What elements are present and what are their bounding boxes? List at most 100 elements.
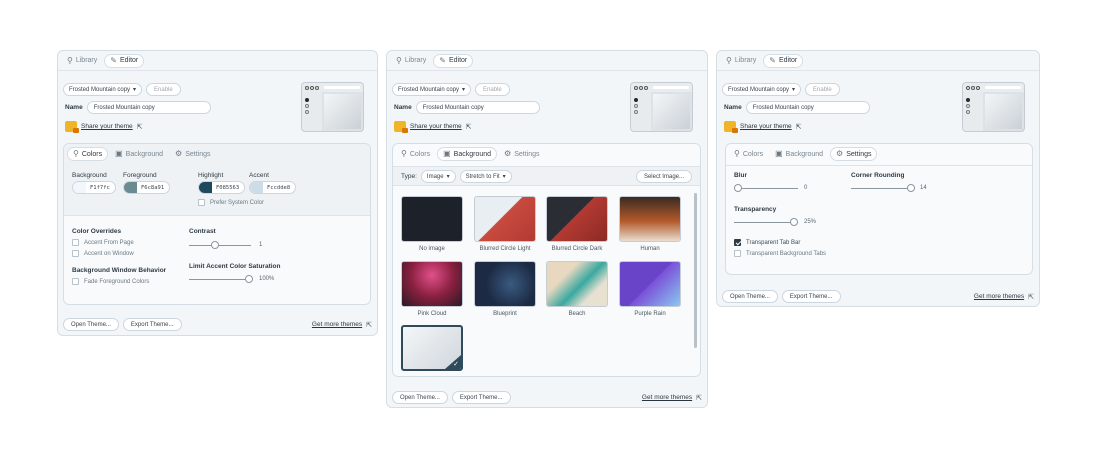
external-link-icon: ⇱ <box>1028 293 1034 301</box>
tab-library[interactable]: ⚲ Library <box>721 54 761 68</box>
chevron-down-icon: ▾ <box>133 87 137 93</box>
subtab-colors-label: Colors <box>409 150 431 158</box>
open-theme-button[interactable]: Open Theme... <box>722 290 778 303</box>
subtab-colors[interactable]: ⚲ Colors <box>396 147 435 161</box>
external-link-icon: ⇱ <box>696 394 702 402</box>
brush-icon: ⚲ <box>726 55 732 65</box>
edit-icon: ✎ <box>110 55 117 65</box>
background-image-option[interactable] <box>546 196 608 242</box>
transparent-tab-bar-checkbox[interactable]: Transparent Tab Bar <box>734 239 800 246</box>
transparency-value: 25% <box>804 219 817 225</box>
highlight-color-value: F085563 <box>216 184 240 191</box>
fade-foreground-colors-checkbox[interactable]: Fade Foreground Colors <box>72 278 149 285</box>
accent-color-picker[interactable]: Fccdde8 <box>249 181 297 194</box>
share-theme-link[interactable]: Share your theme <box>81 123 133 130</box>
share-theme-link[interactable]: Share your theme <box>740 123 792 130</box>
subtab-colors[interactable]: ⚲ Colors <box>67 147 109 161</box>
blur-slider[interactable] <box>734 184 798 192</box>
enable-button[interactable]: Enable <box>805 83 840 96</box>
accent-on-window-checkbox[interactable]: Accent on Window <box>72 250 134 257</box>
background-image-option[interactable] <box>401 196 463 242</box>
limit-saturation-slider[interactable] <box>189 275 253 283</box>
scrollbar[interactable] <box>694 193 697 348</box>
export-theme-button[interactable]: Export Theme... <box>122 318 182 331</box>
fade-foreground-colors-label: Fade Foreground Colors <box>84 278 150 285</box>
background-color-picker[interactable]: F1f7fc <box>72 181 116 194</box>
background-image-option[interactable] <box>401 261 463 307</box>
tab-editor[interactable]: ✎ Editor <box>763 53 804 68</box>
checkbox-box <box>734 250 741 257</box>
accent-from-page-checkbox[interactable]: Accent From Page <box>72 239 134 246</box>
theme-select[interactable]: Frosted Mountain copy ▾ <box>722 83 802 96</box>
background-image-option[interactable] <box>474 261 536 307</box>
get-more-themes-link[interactable]: Get more themes <box>642 394 692 401</box>
open-theme-button[interactable]: Open Theme... <box>392 391 448 404</box>
theme-select-value: Frosted Mountain copy <box>69 86 131 93</box>
checkbox-box <box>198 199 205 206</box>
image-icon: ▣ <box>775 149 783 158</box>
share-theme-link[interactable]: Share your theme <box>410 123 462 130</box>
background-color-label: Background <box>72 172 107 179</box>
prefer-system-color-checkbox[interactable]: Prefer System Color <box>198 199 264 206</box>
subtab-background[interactable]: ▣ Background <box>770 147 828 161</box>
background-image-option[interactable] <box>619 261 681 307</box>
fit-select[interactable]: Stretch to Fit ▾ <box>459 170 512 183</box>
transparency-slider[interactable] <box>734 218 798 226</box>
export-theme-button[interactable]: Export Theme... <box>451 391 511 404</box>
slider-knob[interactable] <box>790 218 798 226</box>
colors-panel: ⚲ Colors ▣ Background ⚙ Settings Background… <box>63 143 371 305</box>
corner-rounding-slider[interactable] <box>851 184 915 192</box>
get-more-themes-link[interactable]: Get more themes <box>312 321 362 328</box>
foreground-color-picker[interactable]: F6c8a91 <box>123 181 171 194</box>
accent-color-value: Fccdde8 <box>267 184 291 191</box>
tab-editor[interactable]: ✎ Editor <box>433 53 474 68</box>
get-more-themes-link[interactable]: Get more themes <box>974 293 1024 300</box>
subtab-background[interactable]: ▣ Background <box>110 147 168 161</box>
background-image-option[interactable] <box>474 196 536 242</box>
name-field[interactable]: Frosted Mountain copy <box>86 101 211 114</box>
slider-knob[interactable] <box>734 184 742 192</box>
subtab-background-label: Background <box>453 150 492 158</box>
theme-select[interactable]: Frosted Mountain copy ▾ <box>392 83 472 96</box>
select-image-button[interactable]: Select Image... <box>635 170 692 183</box>
slider-knob[interactable] <box>907 184 915 192</box>
tab-library[interactable]: ⚲ Library <box>391 54 431 68</box>
open-theme-button[interactable]: Open Theme... <box>63 318 119 331</box>
slider-knob[interactable] <box>245 275 253 283</box>
subtab-background-label: Background <box>785 150 824 158</box>
slider-knob[interactable] <box>211 241 219 249</box>
gear-icon: ⚙ <box>175 149 183 158</box>
subtab-background-label: Background <box>125 150 164 158</box>
name-field[interactable]: Frosted Mountain copy <box>415 101 540 114</box>
name-label: Name <box>65 104 83 111</box>
enable-button[interactable]: Enable <box>475 83 510 96</box>
tab-library[interactable]: ⚲ Library <box>62 54 102 68</box>
background-image-option[interactable] <box>619 196 681 242</box>
subtab-colors[interactable]: ⚲ Colors <box>729 147 768 161</box>
background-image-option[interactable] <box>546 261 608 307</box>
transparent-background-tabs-checkbox[interactable]: Transparent Background Tabs <box>734 250 826 257</box>
theme-select-value: Frosted Mountain copy <box>398 86 460 93</box>
foreground-color-label: Foreground <box>123 172 157 179</box>
subtab-background[interactable]: ▣ Background <box>437 147 498 161</box>
tab-editor-label: Editor <box>119 57 139 64</box>
enable-button[interactable]: Enable <box>146 83 181 96</box>
background-image-option[interactable]: ✓ <box>401 325 463 371</box>
theme-preview-thumbnail <box>301 82 364 132</box>
background-image-label: Blurred Circle Dark <box>551 246 603 252</box>
highlight-color-picker[interactable]: F085563 <box>198 181 246 194</box>
tab-editor[interactable]: ✎ Editor <box>104 53 145 68</box>
type-select[interactable]: Image ▾ <box>420 170 456 183</box>
subtab-settings[interactable]: ⚙ Settings <box>499 147 544 161</box>
theme-select[interactable]: Frosted Mountain copy ▾ <box>63 83 143 96</box>
subtab-settings[interactable]: ⚙ Settings <box>830 147 878 161</box>
chevron-down-icon: ▾ <box>502 174 506 180</box>
subtab-settings[interactable]: ⚙ Settings <box>170 147 215 161</box>
type-label: Type: <box>401 173 417 180</box>
theme-editor-window-colors: ⚲ Library ✎ Editor Frosted Mountain copy ▾ … <box>57 50 378 336</box>
contrast-slider[interactable] <box>189 241 251 249</box>
subtab-settings-label: Settings <box>846 150 872 158</box>
name-field[interactable]: Frosted Mountain copy <box>745 101 870 114</box>
export-theme-button[interactable]: Export Theme... <box>781 290 841 303</box>
share-theme-icon <box>65 121 79 133</box>
